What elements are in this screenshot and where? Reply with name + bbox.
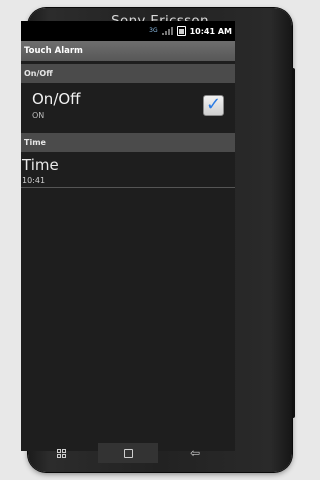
navigation-bar: ⇦ — [21, 443, 235, 463]
status-time: 10:41 AM — [189, 26, 232, 36]
time-summary: 10:41 — [22, 176, 46, 185]
section-header-time: Time — [21, 133, 235, 152]
home-icon — [123, 448, 133, 458]
status-bar: 3G 10:41 AM — [21, 21, 235, 41]
section-header-onoff: On/Off — [21, 64, 235, 83]
signal-icon — [161, 27, 173, 35]
onoff-preference[interactable]: On/Off ON ✓ — [21, 83, 235, 133]
battery-icon — [176, 26, 186, 36]
phone-side-rim — [292, 68, 295, 418]
menu-button[interactable] — [31, 443, 91, 463]
back-button[interactable]: ⇦ — [165, 443, 225, 463]
network-type: 3G — [149, 27, 158, 34]
time-title: Time — [22, 156, 59, 174]
app-title: Touch Alarm — [24, 46, 83, 56]
home-button[interactable] — [98, 443, 158, 463]
menu-icon — [56, 448, 66, 458]
back-icon: ⇦ — [189, 446, 201, 460]
onoff-checkbox[interactable]: ✓ — [203, 95, 224, 116]
screen: 3G 10:41 AM Touch Alarm On/Off On/Off ON… — [21, 21, 235, 451]
app-title-bar: Touch Alarm — [21, 41, 235, 61]
checkmark-icon: ✓ — [205, 94, 222, 115]
time-preference[interactable]: Time 10:41 — [21, 152, 235, 188]
